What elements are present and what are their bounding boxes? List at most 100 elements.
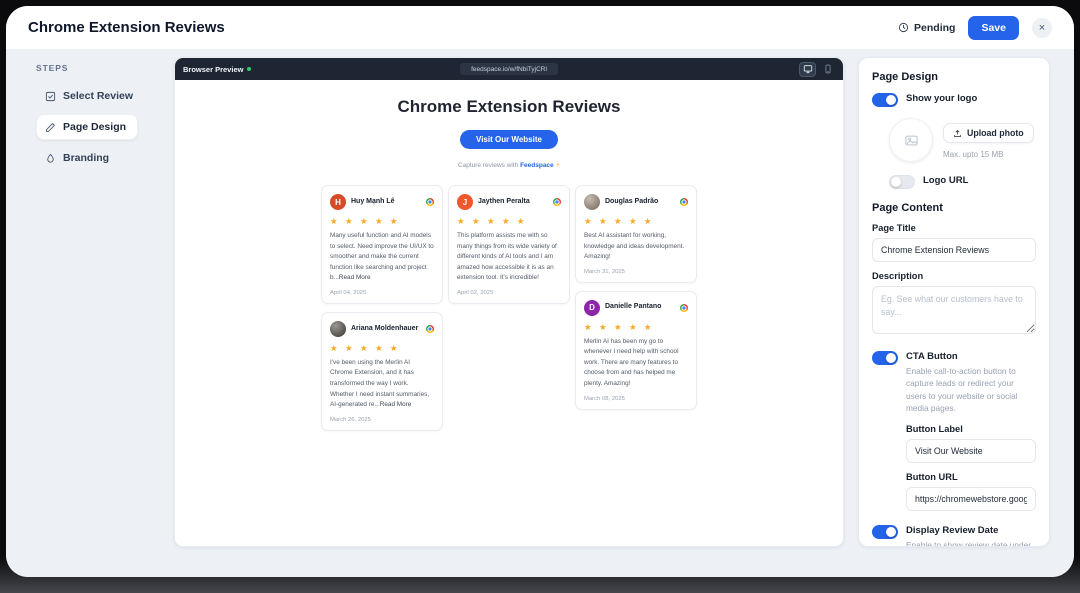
check-square-icon [45, 91, 56, 102]
browser-preview: Browser Preview feedspace.io/w/fNbiTyjCR… [174, 57, 844, 547]
image-placeholder-icon [904, 133, 919, 148]
review-text: Best AI assistant for working, knowledge… [584, 231, 688, 263]
reviewer-name: Huy Mạnh Lê [351, 198, 421, 206]
star-rating: ★ ★ ★ ★ ★ [330, 216, 434, 227]
upload-photo-button[interactable]: Upload photo [943, 123, 1034, 143]
preview-page: Chrome Extension Reviews Visit Our Websi… [175, 80, 843, 546]
pending-label: Pending [914, 22, 955, 34]
page-content-heading: Page Content [872, 202, 1036, 214]
chrome-source-icon [426, 325, 434, 333]
reviewer-name: Ariana Moldenhauer [351, 325, 421, 333]
review-date: April 04, 2025 [330, 290, 434, 296]
chrome-source-icon [680, 304, 688, 312]
review-card: J Jaythen Peralta ★ ★ ★ ★ ★ This platfor… [448, 185, 570, 304]
preview-url[interactable]: feedspace.io/w/fNbiTyjCRl [460, 63, 558, 75]
review-card: D Danielle Pantano ★ ★ ★ ★ ★ Merlin AI h… [575, 291, 697, 410]
read-more-link[interactable]: Read More [380, 401, 412, 408]
star-rating: ★ ★ ★ ★ ★ [584, 216, 688, 227]
steps-heading: STEPS [36, 63, 174, 73]
sidebar-item-label: Page Design [63, 121, 126, 133]
star-rating: ★ ★ ★ ★ ★ [330, 343, 434, 354]
steps-sidebar: STEPS Select Review Page Design Branding [6, 57, 174, 577]
review-date-label: Display Review Date [906, 524, 1036, 536]
upload-hint: Max. upto 15 MB [943, 150, 1034, 159]
button-url-label: Button URL [906, 472, 1036, 482]
save-button[interactable]: Save [968, 16, 1019, 40]
review-date-description: Enable to show review date under each re… [906, 539, 1036, 547]
chrome-source-icon [680, 198, 688, 206]
description-textarea[interactable] [872, 286, 1036, 334]
avatar: D [584, 300, 600, 316]
logo-url-toggle[interactable] [889, 175, 915, 189]
page-design-panel: Page Design Show your logo Upload photo … [858, 57, 1050, 547]
cta-button-label: CTA Button [906, 350, 1036, 362]
review-date: March 31, 2025 [584, 269, 688, 275]
bolt-icon: ⚡ [555, 162, 560, 169]
panel-heading: Page Design [872, 71, 1036, 83]
cta-preview-button[interactable]: Visit Our Website [460, 130, 558, 149]
droplet-icon [45, 153, 56, 164]
desktop-view-button[interactable] [800, 63, 815, 76]
mobile-view-button[interactable] [820, 63, 835, 76]
sidebar-item-branding[interactable]: Branding [36, 145, 121, 171]
review-text: This platform assists me with so many th… [457, 231, 561, 284]
sidebar-item-label: Branding [63, 152, 109, 164]
review-date-toggle[interactable] [872, 525, 898, 539]
sidebar-item-page-design[interactable]: Page Design [36, 114, 138, 140]
capture-reviews-line: Capture reviews with Feedspace ⚡ [175, 161, 843, 169]
browser-preview-title: Browser Preview [183, 65, 251, 74]
upload-icon [953, 129, 962, 138]
review-date: March 08, 2025 [584, 396, 688, 402]
sidebar-item-select-review[interactable]: Select Review [36, 83, 145, 109]
clock-icon [898, 22, 909, 33]
main-area: STEPS Select Review Page Design Branding… [6, 50, 1074, 577]
cta-button-description: Enable call-to-action button to capture … [906, 365, 1036, 415]
feedspace-link[interactable]: Feedspace [520, 162, 554, 169]
read-more-link[interactable]: Read More [339, 274, 371, 281]
review-card: Ariana Moldenhauer ★ ★ ★ ★ ★ I've been u… [321, 312, 443, 431]
star-rating: ★ ★ ★ ★ ★ [457, 216, 561, 227]
button-label-label: Button Label [906, 424, 1036, 434]
avatar: H [330, 194, 346, 210]
phone-icon [823, 64, 833, 74]
review-card: H Huy Mạnh Lê ★ ★ ★ ★ ★ Many useful func… [321, 185, 443, 304]
close-icon[interactable]: × [1032, 18, 1052, 38]
monitor-icon [803, 64, 813, 74]
review-text: Many useful function and AI models to se… [330, 231, 434, 284]
page-title-input[interactable] [872, 238, 1036, 262]
button-label-input[interactable] [906, 439, 1036, 463]
review-text: Merlin AI has been my go to whenever I n… [584, 337, 688, 390]
reviewer-name: Jaythen Peralta [478, 198, 548, 206]
top-bar: Chrome Extension Reviews Pending Save × [6, 6, 1074, 50]
review-date: March 26, 2025 [330, 417, 434, 423]
upload-photo-label: Upload photo [967, 128, 1024, 138]
review-date: April 02, 2025 [457, 290, 561, 296]
sidebar-item-label: Select Review [63, 90, 133, 102]
app-window: Chrome Extension Reviews Pending Save × … [6, 6, 1074, 577]
logo-upload-dropzone[interactable] [889, 118, 933, 162]
reviewer-name: Douglas Padrão [605, 198, 675, 206]
pending-status[interactable]: Pending [898, 22, 955, 34]
star-rating: ★ ★ ★ ★ ★ [584, 322, 688, 333]
review-card: Douglas Padrão ★ ★ ★ ★ ★ Best AI assista… [575, 185, 697, 283]
show-logo-label: Show your logo [906, 92, 977, 104]
browser-preview-bar: Browser Preview feedspace.io/w/fNbiTyjCR… [175, 58, 843, 80]
page-title: Chrome Extension Reviews [28, 19, 225, 36]
avatar [584, 194, 600, 210]
avatar: J [457, 194, 473, 210]
page-title-label: Page Title [872, 223, 1036, 233]
button-url-input[interactable] [906, 487, 1036, 511]
wall-title: Chrome Extension Reviews [175, 97, 843, 117]
chrome-source-icon [553, 198, 561, 206]
pencil-icon [45, 122, 56, 133]
live-status-dot [247, 67, 251, 71]
cta-button-toggle[interactable] [872, 351, 898, 365]
chrome-source-icon [426, 198, 434, 206]
logo-url-label: Logo URL [923, 174, 968, 186]
review-text: I've been using the Merlin AI Chrome Ext… [330, 358, 434, 411]
avatar [330, 321, 346, 337]
show-logo-toggle[interactable] [872, 93, 898, 107]
review-wall: H Huy Mạnh Lê ★ ★ ★ ★ ★ Many useful func… [175, 185, 843, 431]
description-label: Description [872, 271, 1036, 281]
reviewer-name: Danielle Pantano [605, 303, 675, 311]
